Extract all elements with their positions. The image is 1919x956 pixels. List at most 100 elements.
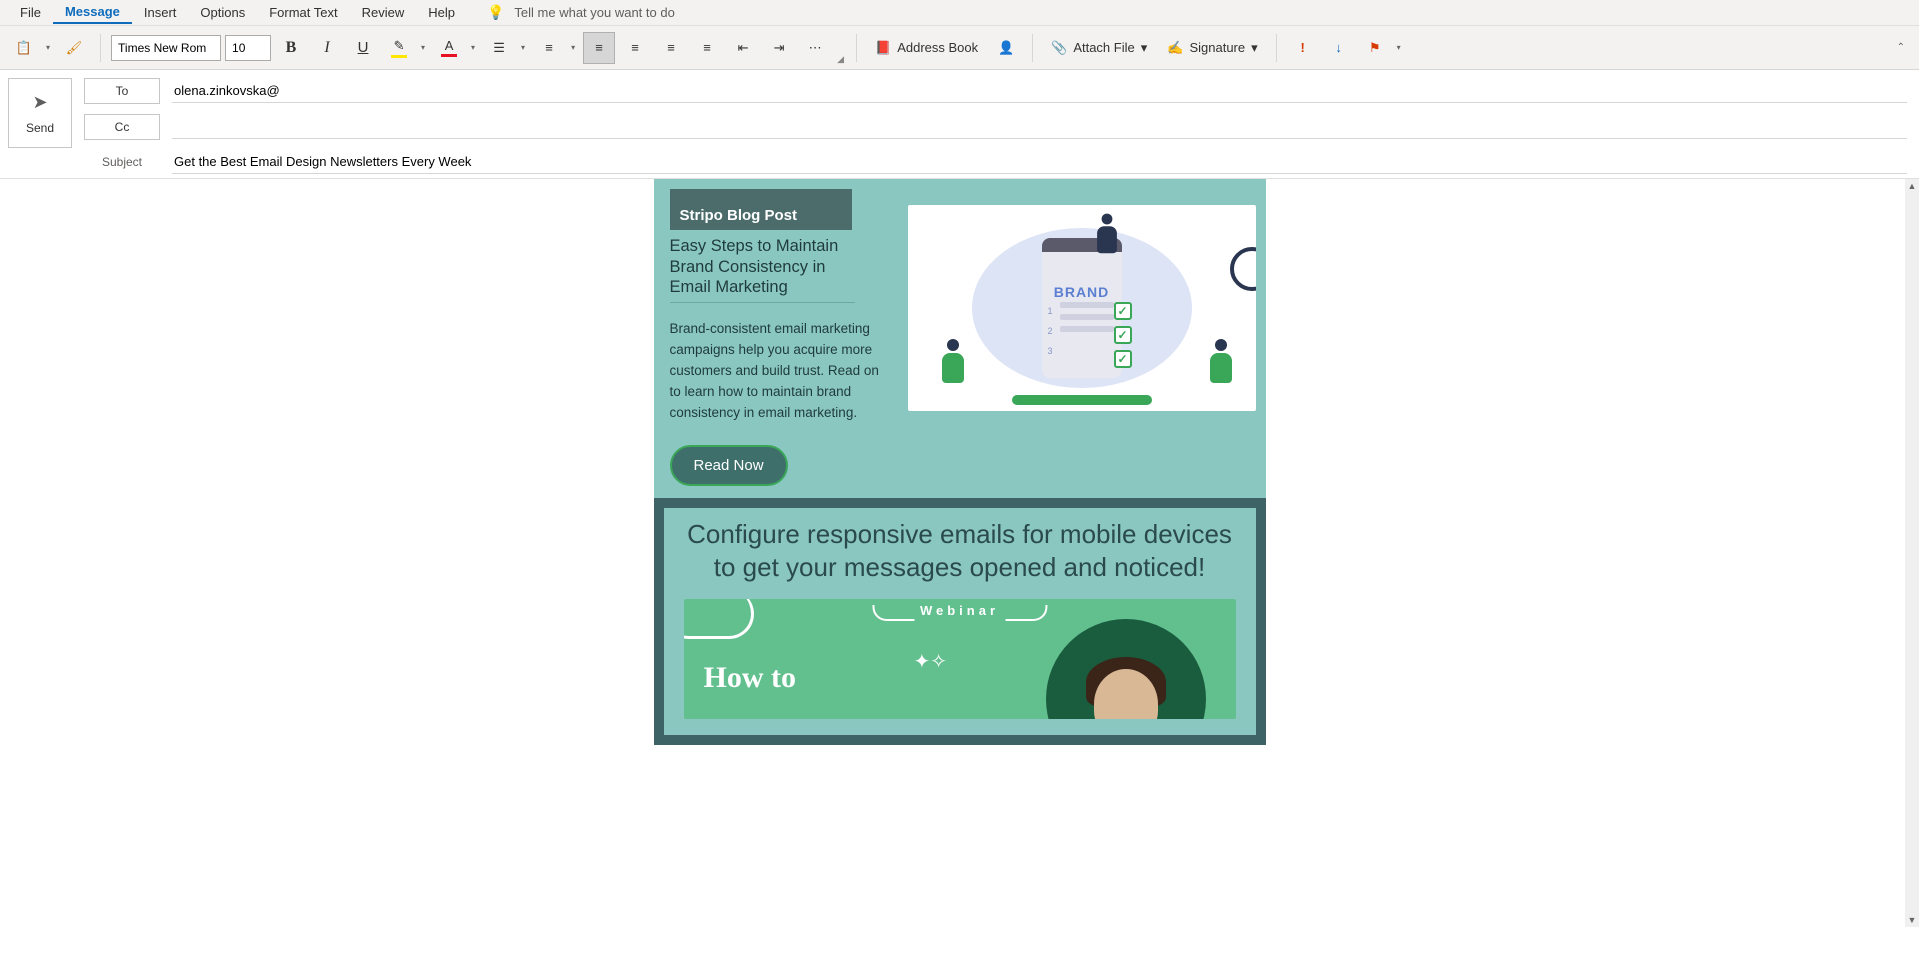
- italic-icon: I: [324, 39, 329, 57]
- subject-label: Subject: [84, 155, 160, 169]
- outdent-icon: ⇤: [738, 40, 749, 56]
- ribbon-toolbar: 📋 ▾ 🖌 B I U ✎ ▾ A ▾ ☰ ▾ ≡ ▾ ≡ ≡ ≡ ≡ ⇤ ⇥: [0, 26, 1919, 70]
- signature-icon: ✍: [1167, 40, 1183, 56]
- menu-file[interactable]: File: [8, 2, 53, 23]
- font-size-combo[interactable]: [225, 35, 271, 61]
- numbering-button[interactable]: ≡: [533, 32, 565, 64]
- blog-post-card: Stripo Blog Post Easy Steps to Maintain …: [654, 179, 1266, 498]
- high-importance-icon: !: [1300, 40, 1304, 55]
- attach-file-button[interactable]: 📎 Attach File ▾: [1043, 32, 1155, 64]
- font-color-icon: A: [441, 38, 457, 57]
- cc-button[interactable]: Cc: [84, 114, 160, 140]
- webinar-card: Webinar How to ✦✧: [684, 599, 1236, 719]
- paste-button[interactable]: 📋: [8, 32, 40, 64]
- align-center-button[interactable]: ≡: [619, 32, 651, 64]
- format-painter-button[interactable]: 🖌: [58, 32, 90, 64]
- tell-me-search[interactable]: 💡 Tell me what you want to do: [487, 4, 675, 21]
- stars-decoration-icon: ✦✧: [914, 649, 948, 674]
- numbering-dropdown[interactable]: ▾: [567, 35, 579, 60]
- webinar-tag: Webinar: [920, 603, 999, 618]
- bold-icon: B: [286, 39, 297, 57]
- highlight-icon: ✎: [391, 38, 407, 58]
- bullets-button[interactable]: ☰: [483, 32, 515, 64]
- send-label: Send: [26, 121, 54, 135]
- menu-bar: File Message Insert Options Format Text …: [0, 0, 1919, 26]
- responsive-email-section: Configure responsive emails for mobile d…: [654, 498, 1266, 745]
- numbering-icon: ≡: [545, 40, 553, 55]
- menu-help[interactable]: Help: [416, 2, 467, 23]
- attach-file-dropdown[interactable]: ▾: [1141, 40, 1148, 56]
- address-book-label: Address Book: [897, 40, 978, 55]
- increase-indent-button[interactable]: ⇥: [763, 32, 795, 64]
- highlight-button[interactable]: ✎: [383, 32, 415, 64]
- align-left-button[interactable]: ≡: [583, 32, 615, 64]
- justify-icon: ≡: [703, 40, 711, 55]
- paragraph-group-launcher[interactable]: ◢: [835, 52, 846, 67]
- attach-file-label: Attach File: [1073, 40, 1134, 55]
- follow-up-dropdown[interactable]: ▾: [1393, 35, 1405, 60]
- more-formatting-button[interactable]: ⋯: [799, 32, 831, 64]
- menu-review[interactable]: Review: [350, 2, 417, 23]
- paperclip-icon: 📎: [1051, 40, 1067, 56]
- font-color-dropdown[interactable]: ▾: [467, 35, 479, 60]
- menu-message[interactable]: Message: [53, 1, 132, 24]
- paste-dropdown[interactable]: ▾: [42, 35, 54, 60]
- bullets-icon: ☰: [493, 40, 505, 56]
- bold-button[interactable]: B: [275, 32, 307, 64]
- ellipsis-icon: ⋯: [809, 40, 822, 56]
- send-button[interactable]: ➤ Send: [8, 78, 72, 148]
- underline-button[interactable]: U: [347, 32, 379, 64]
- clipboard-icon: 📋: [16, 40, 32, 56]
- high-importance-button[interactable]: !: [1287, 32, 1319, 64]
- brand-illustration: BRAND 1 2 3 ✓ ✓ ✓: [908, 205, 1256, 411]
- scroll-down-icon[interactable]: ▼: [1906, 913, 1919, 927]
- to-button[interactable]: To: [84, 78, 160, 104]
- highlight-dropdown[interactable]: ▾: [417, 35, 429, 60]
- align-right-button[interactable]: ≡: [655, 32, 687, 64]
- brush-icon: 🖌: [66, 40, 83, 56]
- blog-post-badge: Stripo Blog Post: [670, 189, 852, 230]
- brand-text: BRAND: [1054, 284, 1110, 300]
- menu-insert[interactable]: Insert: [132, 2, 189, 23]
- font-color-button[interactable]: A: [433, 32, 465, 64]
- subject-field[interactable]: [172, 150, 1907, 174]
- message-header: ➤ Send To Cc Subject: [0, 70, 1919, 179]
- flag-icon: ⚑: [1369, 40, 1381, 56]
- read-now-button[interactable]: Read Now: [670, 445, 788, 486]
- address-book-icon: 📕: [875, 40, 891, 56]
- low-importance-icon: ↓: [1335, 40, 1342, 55]
- signature-button[interactable]: ✍ Signature ▾: [1159, 32, 1265, 64]
- bullets-dropdown[interactable]: ▾: [517, 35, 529, 60]
- to-field[interactable]: [172, 79, 1907, 103]
- decrease-indent-button[interactable]: ⇤: [727, 32, 759, 64]
- blog-post-title: Easy Steps to Maintain Brand Consistency…: [670, 236, 855, 303]
- align-center-icon: ≡: [631, 40, 639, 55]
- check-names-icon: 👤: [998, 40, 1014, 56]
- tell-me-placeholder: Tell me what you want to do: [514, 5, 674, 20]
- follow-up-button[interactable]: ⚑: [1359, 32, 1391, 64]
- blog-post-description: Brand-consistent email marketing campaig…: [670, 319, 888, 424]
- check-names-button[interactable]: 👤: [990, 32, 1022, 64]
- address-book-button[interactable]: 📕 Address Book: [867, 32, 986, 64]
- signature-label: Signature: [1189, 40, 1245, 55]
- indent-icon: ⇥: [774, 40, 785, 56]
- align-right-icon: ≡: [667, 40, 675, 55]
- vertical-scrollbar[interactable]: ▲ ▼: [1905, 179, 1919, 927]
- italic-button[interactable]: I: [311, 32, 343, 64]
- underline-icon: U: [358, 39, 369, 56]
- send-icon: ➤: [32, 92, 47, 113]
- cc-field[interactable]: [172, 115, 1907, 139]
- font-name-combo[interactable]: [111, 35, 221, 61]
- justify-button[interactable]: ≡: [691, 32, 723, 64]
- low-importance-button[interactable]: ↓: [1323, 32, 1355, 64]
- align-left-icon: ≡: [595, 40, 603, 55]
- collapse-ribbon-button[interactable]: ⌃: [1891, 36, 1911, 59]
- signature-dropdown[interactable]: ▾: [1251, 40, 1258, 56]
- scroll-up-icon[interactable]: ▲: [1906, 179, 1919, 193]
- lightbulb-icon: 💡: [487, 4, 504, 21]
- email-content: Stripo Blog Post Easy Steps to Maintain …: [654, 179, 1266, 927]
- menu-format-text[interactable]: Format Text: [257, 2, 349, 23]
- menu-options[interactable]: Options: [188, 2, 257, 23]
- message-body-area[interactable]: Stripo Blog Post Easy Steps to Maintain …: [0, 179, 1919, 927]
- section2-title: Configure responsive emails for mobile d…: [684, 518, 1236, 583]
